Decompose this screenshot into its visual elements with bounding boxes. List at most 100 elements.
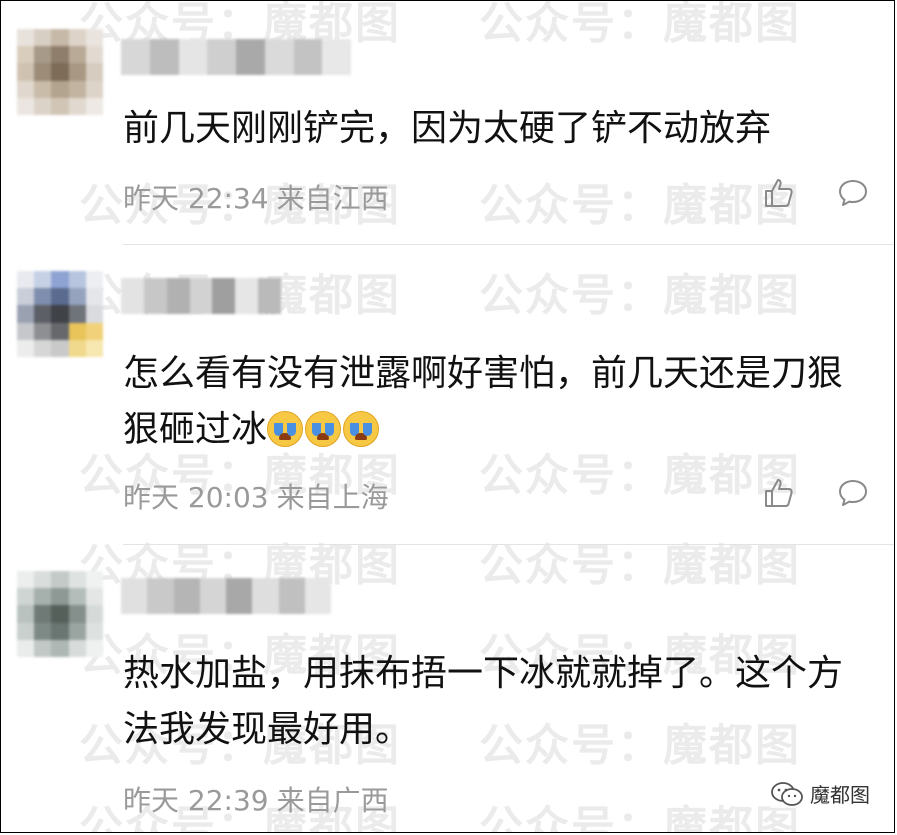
username-pixel [278, 578, 305, 614]
avatar-pixel [85, 63, 103, 81]
avatar-pixel [68, 305, 86, 323]
comment-meta: 昨天 22:39 来自广西 [123, 779, 389, 819]
username-pixel [121, 278, 144, 314]
username-pixel [147, 578, 174, 614]
username-pixel [189, 278, 213, 314]
avatar-pixel [68, 339, 86, 357]
loudly-crying-face-icon [267, 411, 304, 447]
username-pixel [149, 39, 179, 75]
avatar-pixel [51, 305, 69, 323]
avatar[interactable] [17, 571, 103, 657]
avatar-pixel [85, 80, 103, 98]
avatar-pixel [17, 80, 35, 98]
avatar-pixel [51, 322, 69, 340]
avatar-pixel [51, 97, 69, 115]
like-icon[interactable] [763, 177, 795, 209]
avatar-pixel [17, 339, 35, 357]
comment-item: 怎么看有没有泄露啊好害怕，前几天还是刀狠狠砸过冰 昨天 20:03 来自上海 [1, 246, 894, 546]
username-pixel [322, 39, 351, 75]
comment-time: 昨天 22:34 [123, 182, 269, 215]
avatar-pixel [85, 605, 103, 623]
avatar-pixel [51, 639, 69, 657]
avatar-pixel [34, 288, 52, 306]
comment-time: 昨天 22:39 [123, 784, 269, 817]
avatar-pixel [68, 29, 86, 47]
avatar-pixel [51, 29, 69, 47]
avatar-pixel [85, 339, 103, 357]
avatar-pixel [34, 322, 52, 340]
avatar-pixel [51, 63, 69, 81]
avatar-pixel [68, 288, 86, 306]
avatar-pixel [34, 271, 52, 289]
reply-icon[interactable] [837, 177, 869, 209]
comment-time: 昨天 20:03 [123, 481, 269, 514]
avatar-pixel [34, 46, 52, 64]
comment-text: 前几天刚刚铲完，因为太硬了铲不动放弃 [123, 108, 772, 149]
username-blurred[interactable] [121, 278, 281, 314]
comment-text-body: 怎么看有没有泄露啊好害怕，前几天还是刀狠狠砸过冰 [123, 353, 844, 450]
avatar-pixel [17, 46, 35, 64]
avatar-pixel [34, 63, 52, 81]
username-pixel [258, 278, 281, 314]
avatar-pixel [68, 622, 86, 640]
avatar-pixel [51, 46, 69, 64]
username-pixel [173, 578, 200, 614]
avatar-pixel [17, 305, 35, 323]
avatar-pixel [17, 639, 35, 657]
avatar-pixel [34, 639, 52, 657]
username-pixel [121, 578, 148, 614]
reply-icon[interactable] [837, 477, 869, 509]
avatar-pixel [85, 588, 103, 606]
avatar-pixel [85, 571, 103, 589]
username-pixel [236, 39, 265, 75]
comment-meta: 昨天 20:03 来自上海 [123, 476, 389, 516]
comment-location: 来自上海 [276, 481, 389, 514]
username-pixel [264, 39, 294, 75]
avatar-pixel [85, 305, 103, 323]
avatar-pixel [34, 622, 52, 640]
avatar-pixel [34, 339, 52, 357]
avatar-pixel [17, 605, 35, 623]
username-blurred[interactable] [121, 578, 331, 614]
avatar-pixel [68, 80, 86, 98]
username-pixel [178, 39, 208, 75]
avatar-pixel [85, 288, 103, 306]
comment-thread: 公众号：魔都图 公众号：魔都图 公众号：魔都图 公众号：魔都图 公众号：魔都图 … [0, 0, 895, 833]
avatar-pixel [17, 322, 35, 340]
avatar-pixel [51, 339, 69, 357]
username-pixel [212, 278, 236, 314]
account-signature: 魔都图 [770, 779, 870, 808]
avatar[interactable] [17, 271, 103, 357]
avatar[interactable] [17, 29, 103, 115]
comment-text: 怎么看有没有泄露啊好害怕，前几天还是刀狠狠砸过冰 [123, 346, 863, 458]
signature-label: 魔都图 [810, 783, 870, 807]
username-pixel [143, 278, 167, 314]
username-pixel [293, 39, 323, 75]
username-blurred[interactable] [121, 39, 351, 75]
avatar-pixel [85, 29, 103, 47]
avatar-pixel [17, 29, 35, 47]
avatar-pixel [68, 322, 86, 340]
divider [123, 244, 894, 245]
like-icon[interactable] [763, 477, 795, 509]
comment-item: 热水加盐，用抹布捂一下冰就就掉了。这个方法我发现最好用。 昨天 22:39 来自广… [1, 546, 894, 832]
avatar-pixel [34, 588, 52, 606]
loudly-crying-face-icon [343, 411, 380, 447]
wechat-icon [771, 781, 803, 806]
username-pixel [207, 39, 236, 75]
avatar-pixel [68, 588, 86, 606]
username-pixel [121, 39, 150, 75]
avatar-pixel [34, 605, 52, 623]
comment-location: 来自广西 [276, 784, 389, 817]
avatar-pixel [34, 305, 52, 323]
avatar-pixel [17, 63, 35, 81]
username-pixel [304, 578, 331, 614]
username-pixel [252, 578, 279, 614]
avatar-pixel [85, 322, 103, 340]
loudly-crying-face-icon [305, 411, 342, 447]
avatar-pixel [68, 571, 86, 589]
avatar-pixel [85, 622, 103, 640]
comment-text: 热水加盐，用抹布捂一下冰就就掉了。这个方法我发现最好用。 [123, 653, 844, 750]
avatar-pixel [51, 288, 69, 306]
avatar-pixel [68, 639, 86, 657]
